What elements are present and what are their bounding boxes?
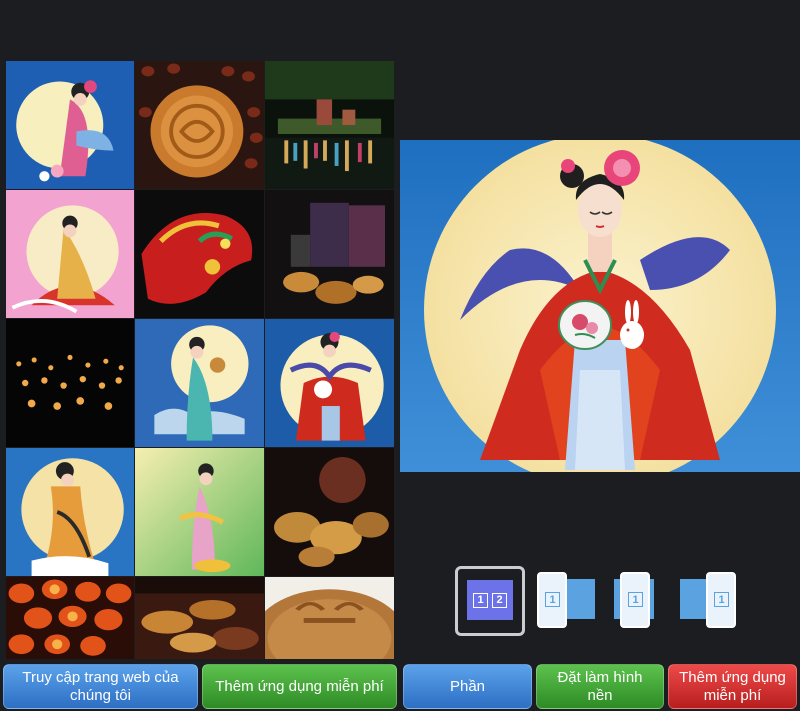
screen-number: 2 [492, 592, 507, 608]
lady-yellow-moon-icon[interactable] [6, 448, 134, 576]
lantern-festival-night-icon[interactable] [265, 61, 394, 189]
layout-option-phone-right[interactable]: 1 [680, 566, 738, 636]
lady-green-background-icon[interactable] [135, 448, 264, 576]
mooncake-beans-icon[interactable] [135, 61, 264, 189]
tea-box-mooncakes-icon[interactable] [265, 190, 394, 318]
screen-number: 1 [628, 592, 643, 607]
screen-number: 1 [714, 592, 729, 607]
wallpaper-preview [400, 140, 800, 472]
red-dragon-icon[interactable] [135, 190, 264, 318]
phone-icon: 1 [620, 572, 650, 628]
moon-lady-with-rabbit-icon [400, 140, 800, 472]
phone-icon: 1 [706, 572, 736, 628]
moon-lady-fan-icon[interactable] [6, 61, 134, 189]
lady-holding-mooncake-icon[interactable] [135, 319, 264, 447]
red-lanterns-icon[interactable] [6, 577, 134, 659]
set-wallpaper-button[interactable]: Đặt làm hình nền [536, 664, 664, 709]
add-free-apps-button[interactable]: Thêm ứng dụng miễn phí [202, 664, 397, 709]
layout-option-phone-center[interactable]: 1 [605, 566, 663, 636]
lady-pink-background-icon[interactable] [6, 190, 134, 318]
wallpaper-gallery [6, 61, 394, 659]
lady-with-rabbit-icon[interactable] [265, 319, 394, 447]
add-free-apps-button-red[interactable]: Thêm ứng dụng miễn phí [668, 664, 797, 709]
layout-option-phone-left[interactable]: 1 [535, 566, 595, 636]
share-button[interactable]: Phần [403, 664, 532, 709]
phone-icon: 1 [537, 572, 567, 628]
dual-screen-icon: 1 2 [467, 580, 513, 620]
mooncake-closeup-icon[interactable] [265, 577, 394, 659]
screen-number: 1 [545, 592, 560, 607]
visit-website-button[interactable]: Truy cập trang web của chúng tôi [3, 664, 198, 709]
floating-lanterns-icon[interactable] [6, 319, 134, 447]
layout-option-dual[interactable]: 1 2 [455, 566, 525, 636]
mooncakes-plate-icon[interactable] [265, 448, 394, 576]
mooncakes-teapot-icon[interactable] [135, 577, 264, 659]
screen-number: 1 [473, 592, 488, 608]
